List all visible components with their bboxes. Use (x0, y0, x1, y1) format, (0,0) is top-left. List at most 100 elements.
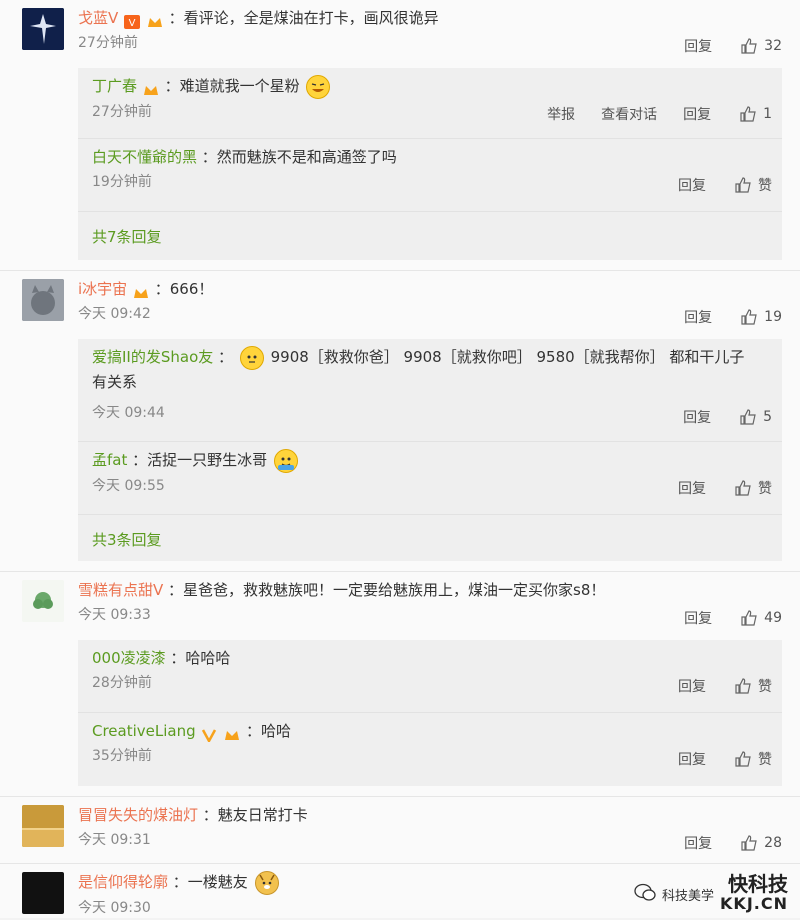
thumbs-up-icon[interactable] (740, 610, 758, 626)
doge-emoji-icon (254, 870, 279, 895)
avatar[interactable] (22, 279, 64, 321)
wechat-icon (634, 883, 656, 905)
watermark-domain: KKJ.CN (720, 894, 788, 913)
reply-item: 丁广春 ：难道就我一个星粉 27分钟前 举报 查看对话 回复 1 (78, 68, 782, 139)
reply-time: 19分钟前 (92, 174, 152, 190)
reply-username[interactable]: CreativeLiang (92, 722, 196, 740)
reply-list: 丁广春 ：难道就我一个星粉 27分钟前 举报 查看对话 回复 1 白天不懂爺的黑… (78, 68, 782, 260)
watermark-subtitle: 科技美学 (662, 888, 715, 904)
comment-text: ：魅友日常打卡 (202, 806, 308, 824)
comment-username[interactable]: 是信仰得轮廓 (78, 873, 168, 891)
avatar[interactable] (22, 872, 64, 914)
more-replies-link[interactable]: 共3条回复 (92, 529, 162, 550)
like-count: 28 (764, 835, 782, 851)
reply-username[interactable]: 白天不懂爺的黑 (92, 148, 197, 166)
reply-button[interactable]: 回复 (678, 478, 706, 498)
comment-username[interactable]: 雪糕有点甜V (78, 581, 163, 599)
view-conversation-button[interactable]: 查看对话 (601, 104, 657, 124)
comment-username[interactable]: 戈蓝V (78, 9, 118, 27)
watermark-title: 快科技 (728, 872, 788, 896)
comment-text: ：666！ (154, 280, 214, 298)
comment-time: 27分钟前 (78, 35, 138, 51)
laughing-emoji-icon (306, 74, 331, 99)
comment-username[interactable]: 冒冒失失的煤油灯 (78, 806, 198, 824)
reply-button[interactable]: 回复 (684, 36, 712, 56)
svg-text:V: V (129, 18, 136, 29)
verified-v-icon: V (124, 12, 141, 29)
reply-button[interactable]: 回复 (684, 833, 712, 853)
thumbs-up-icon[interactable] (739, 409, 757, 425)
comment-username[interactable]: i冰宇宙 (78, 280, 127, 298)
comment-time: 今天 09:42 (78, 306, 151, 322)
reply-button[interactable]: 回复 (684, 608, 712, 628)
comment: i冰宇宙 ：666！ 今天 09:42 回复 19 爱搞II的发Shao友 ： … (0, 271, 800, 572)
reply-username[interactable]: 爱搞II的发Shao友 (92, 348, 213, 366)
like-count: 49 (764, 610, 782, 626)
like-label: 赞 (758, 178, 772, 194)
thumbs-up-icon[interactable] (739, 106, 757, 122)
thumbs-up-icon[interactable] (734, 480, 752, 496)
reply-text: ：难道就我一个星粉 (164, 77, 300, 95)
member-crown-icon (224, 725, 240, 740)
reply-time: 今天 09:55 (92, 477, 165, 494)
shy-emoji-icon (239, 345, 264, 370)
like-count: 1 (763, 106, 772, 122)
reply-item: 爱搞II的发Shao友 ： 9908［救救你爸］ 9908［就救你吧］ 9580… (78, 339, 782, 442)
like-label: 赞 (758, 481, 772, 497)
reply-time: 今天 09:44 (92, 404, 165, 421)
member-crown-icon (143, 80, 159, 95)
report-button[interactable]: 举报 (547, 104, 575, 124)
reply-item: CreativeLiang ：哈哈 35分钟前 回复 赞 (78, 713, 782, 785)
comment-text: ：一楼魅友 (172, 873, 248, 891)
like-label: 赞 (758, 752, 772, 768)
reply-list: 爱搞II的发Shao友 ： 9908［救救你爸］ 9908［就救你吧］ 9580… (78, 339, 782, 561)
like-count: 5 (763, 409, 772, 425)
reply-button[interactable]: 回复 (684, 307, 712, 327)
reply-item: 白天不懂爺的黑 ：然而魅族不是和高通签了吗 19分钟前 回复 赞 (78, 139, 782, 212)
watermark: 科技美学 快科技 KKJ.CN (634, 874, 788, 914)
reply-text: ：哈哈 (245, 722, 291, 740)
sweat-emoji-icon (273, 448, 298, 473)
thumbs-up-icon[interactable] (734, 678, 752, 694)
reply-button[interactable]: 回复 (678, 749, 706, 769)
reply-username[interactable]: 丁广春 (92, 77, 137, 95)
reply-list: 000凌凌漆 ：哈哈哈 28分钟前 回复 赞 CreativeLiang ：哈哈 (78, 640, 782, 786)
reply-text-wrap: 有关系 (92, 372, 138, 391)
reply-item: 孟fat ：活捉一只野生冰哥 今天 09:55 回复 赞 (78, 442, 782, 515)
comment-time: 今天 09:31 (78, 832, 151, 848)
reply-button[interactable]: 回复 (678, 175, 706, 195)
member-crown-icon (147, 12, 163, 27)
thumbs-up-icon[interactable] (740, 38, 758, 54)
reply-button[interactable]: 回复 (683, 104, 711, 124)
like-count: 19 (764, 309, 782, 325)
reply-text-continued: 9908［救救你爸］ 9908［就救你吧］ 9580［就我帮你］ 都和干儿子 (270, 348, 745, 366)
thumbs-up-icon[interactable] (734, 177, 752, 193)
reply-time: 28分钟前 (92, 675, 152, 691)
reply-text: ：活捉一只野生冰哥 (132, 451, 268, 469)
member-crown-icon (133, 283, 149, 298)
reply-button[interactable]: 回复 (683, 407, 711, 427)
reply-button[interactable]: 回复 (678, 676, 706, 696)
thumbs-up-icon[interactable] (740, 835, 758, 851)
thumbs-up-icon[interactable] (740, 309, 758, 325)
comment: 戈蓝V V ：看评论，全是煤油在打卡，画风很诡异 27分钟前 回复 32 丁广春… (0, 0, 800, 271)
reply-time: 35分钟前 (92, 748, 152, 764)
comment: 冒冒失失的煤油灯 ：魅友日常打卡 今天 09:31 回复 28 (0, 797, 800, 864)
reply-username[interactable]: 000凌凌漆 (92, 649, 166, 667)
avatar[interactable] (22, 8, 64, 50)
comment-actions: 回复 32 (684, 36, 782, 56)
avatar[interactable] (22, 580, 64, 622)
thumbs-up-icon[interactable] (734, 751, 752, 767)
reply-text: ： (218, 348, 234, 366)
like-count: 32 (764, 38, 782, 54)
like-label: 赞 (758, 679, 772, 695)
reply-text: ：然而魅族不是和高通签了吗 (201, 148, 397, 166)
reply-username[interactable]: 孟fat (92, 451, 127, 469)
comment-text: ：看评论，全是煤油在打卡，画风很诡异 (168, 9, 439, 27)
more-replies-link[interactable]: 共7条回复 (92, 226, 162, 247)
comment: 雪糕有点甜V ：星爸爸，救救魅族吧！一定要给魅族用上，煤油一定买你家s8！ 今天… (0, 572, 800, 797)
avatar[interactable] (22, 805, 64, 847)
comment-time: 今天 09:30 (78, 899, 151, 916)
reply-text: ：哈哈哈 (170, 649, 231, 667)
reply-time: 27分钟前 (92, 103, 152, 120)
